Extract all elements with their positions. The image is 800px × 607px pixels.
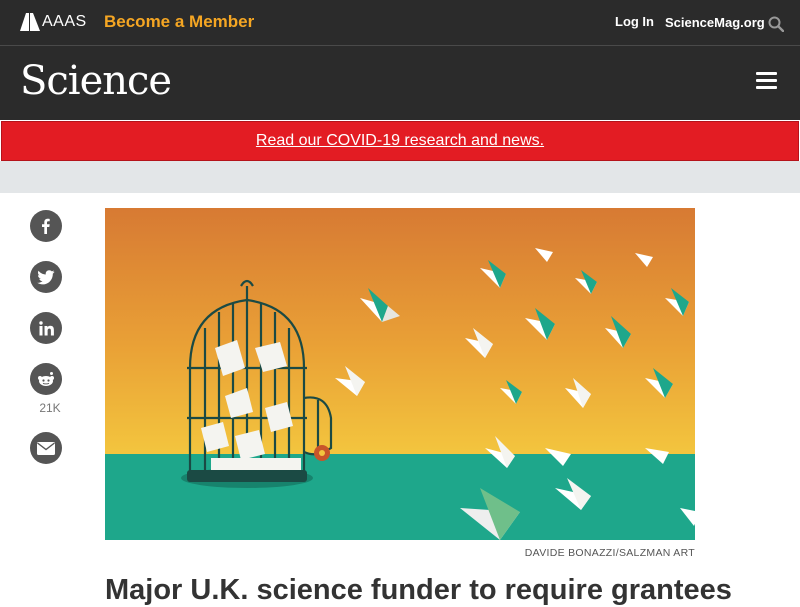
reddit-share-count: 21K bbox=[39, 401, 61, 415]
linkedin-share-button[interactable] bbox=[30, 312, 62, 344]
masthead: Science bbox=[0, 46, 800, 120]
sciencemag-link[interactable]: ScienceMag.org bbox=[665, 15, 765, 30]
hero-illustration bbox=[105, 208, 695, 540]
aaas-logo[interactable]: AAAS bbox=[20, 13, 87, 31]
menu-icon[interactable] bbox=[756, 72, 777, 90]
gray-band bbox=[0, 161, 800, 193]
reddit-icon bbox=[38, 372, 54, 386]
facebook-share-button[interactable] bbox=[30, 210, 62, 242]
article-headline: Major U.K. science funder to require gra… bbox=[105, 574, 732, 606]
image-credit: DAVIDE BONAZZI/SALZMAN ART bbox=[524, 547, 695, 559]
search-icon[interactable] bbox=[768, 16, 784, 32]
science-logo[interactable]: Science bbox=[20, 58, 172, 104]
linkedin-icon bbox=[38, 320, 54, 335]
become-member-link[interactable]: Become a Member bbox=[104, 12, 254, 32]
email-icon bbox=[37, 441, 55, 455]
aaas-text: AAAS bbox=[42, 13, 87, 30]
email-share-button[interactable] bbox=[30, 432, 62, 464]
aaas-mark-icon bbox=[20, 13, 40, 31]
facebook-icon bbox=[42, 218, 50, 234]
reddit-share-button[interactable] bbox=[30, 363, 62, 395]
top-bar: AAAS Become a Member Log In ScienceMag.o… bbox=[0, 0, 800, 46]
twitter-share-button[interactable] bbox=[30, 261, 62, 293]
covid-alert-banner: Read our COVID-19 research and news. bbox=[1, 121, 799, 161]
covid-alert-link[interactable]: Read our COVID-19 research and news. bbox=[256, 132, 544, 150]
twitter-icon bbox=[37, 269, 55, 284]
login-link[interactable]: Log In bbox=[615, 14, 654, 29]
